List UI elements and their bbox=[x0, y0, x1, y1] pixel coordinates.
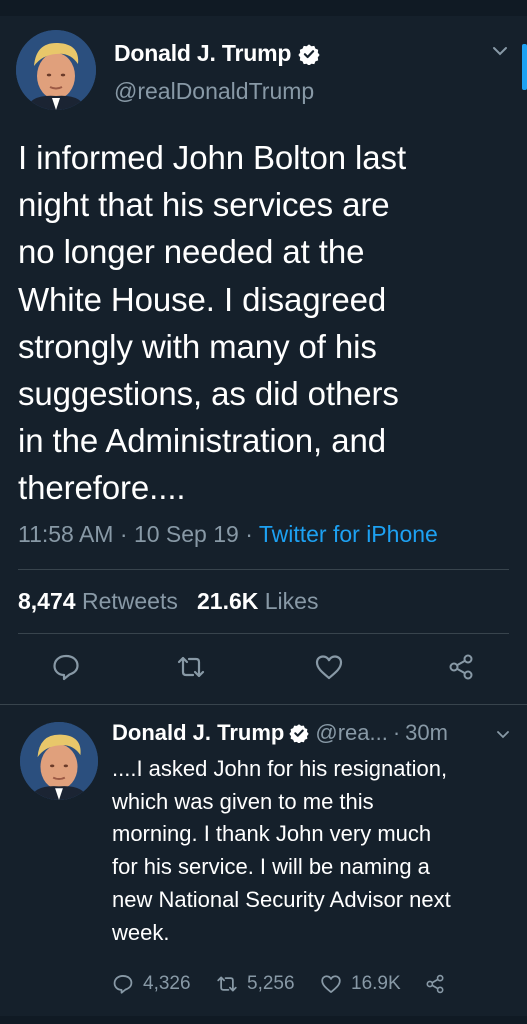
like-icon bbox=[315, 655, 343, 680]
reply-reply-button[interactable]: 4,326 bbox=[112, 973, 191, 995]
author-handle[interactable]: @realDonaldTrump bbox=[114, 78, 314, 105]
status-bar bbox=[0, 0, 527, 16]
reply-likes-count: 16.9K bbox=[351, 973, 401, 994]
tweet-source-link[interactable]: Twitter for iPhone bbox=[259, 521, 438, 547]
reply-header: Donald J. Trump @rea... · 30m bbox=[112, 720, 448, 746]
reply-replies-count: 4,326 bbox=[143, 973, 191, 994]
reply-author-name[interactable]: Donald J. Trump bbox=[112, 720, 284, 746]
reply-author-handle[interactable]: @rea... bbox=[315, 720, 387, 746]
reply-retweets-count: 5,256 bbox=[247, 973, 295, 994]
divider bbox=[18, 569, 509, 570]
likes-label: Likes bbox=[264, 588, 319, 614]
share-button[interactable] bbox=[446, 652, 476, 682]
retweet-button[interactable] bbox=[176, 652, 206, 682]
reply-like-button[interactable]: 16.9K bbox=[320, 973, 401, 995]
tweet-separator bbox=[0, 704, 527, 705]
chevron-down-icon[interactable] bbox=[495, 729, 511, 741]
tweet-text: I informed John Bolton last night that h… bbox=[18, 139, 407, 507]
verified-badge-icon bbox=[298, 43, 320, 65]
likes-count: 21.6K bbox=[197, 588, 259, 614]
retweet-icon bbox=[177, 656, 205, 678]
tweet-date: 10 Sep 19 bbox=[133, 521, 239, 547]
author-name[interactable]: Donald J. Trump bbox=[114, 40, 320, 67]
reply-age: 30m bbox=[405, 720, 448, 745]
chevron-down-icon[interactable] bbox=[490, 44, 510, 58]
reply-retweet-button[interactable]: 5,256 bbox=[216, 973, 295, 995]
reply-share-button[interactable] bbox=[424, 973, 455, 995]
likes-stat[interactable]: 21.6K Likes bbox=[197, 588, 318, 614]
like-button[interactable] bbox=[314, 652, 344, 682]
reply-author-avatar[interactable] bbox=[20, 722, 98, 800]
share-icon bbox=[449, 654, 473, 680]
author-avatar[interactable] bbox=[16, 30, 96, 110]
reply-icon bbox=[113, 975, 133, 994]
share-icon bbox=[426, 974, 444, 994]
scrollbar-thumb[interactable] bbox=[522, 44, 527, 90]
retweets-stat[interactable]: 8,474 Retweets bbox=[18, 588, 178, 614]
reply-icon bbox=[53, 654, 79, 681]
tweet-time: 11:58 AM bbox=[18, 521, 114, 547]
header-separator: · bbox=[392, 720, 401, 745]
avatar-image bbox=[16, 30, 96, 110]
verified-badge-icon bbox=[289, 724, 310, 743]
reply-tweet-text: ....I asked John for his resignation, wh… bbox=[112, 756, 451, 945]
engagement-counts: 8,474 Retweets 21.6K Likes bbox=[18, 588, 318, 615]
avatar-image bbox=[20, 722, 98, 800]
author-name-text[interactable]: Donald J. Trump bbox=[114, 40, 291, 67]
retweet-icon bbox=[217, 976, 237, 992]
meta-separator: · bbox=[119, 521, 134, 547]
meta-separator: · bbox=[245, 521, 259, 547]
divider bbox=[18, 633, 509, 634]
reply-button[interactable] bbox=[51, 652, 81, 682]
tweet-meta: 11:58 AM · 10 Sep 19 · Twitter for iPhon… bbox=[18, 521, 438, 548]
bottom-edge bbox=[0, 1016, 527, 1024]
retweets-count: 8,474 bbox=[18, 588, 76, 614]
retweets-label: Retweets bbox=[81, 588, 178, 614]
like-icon bbox=[321, 975, 341, 993]
